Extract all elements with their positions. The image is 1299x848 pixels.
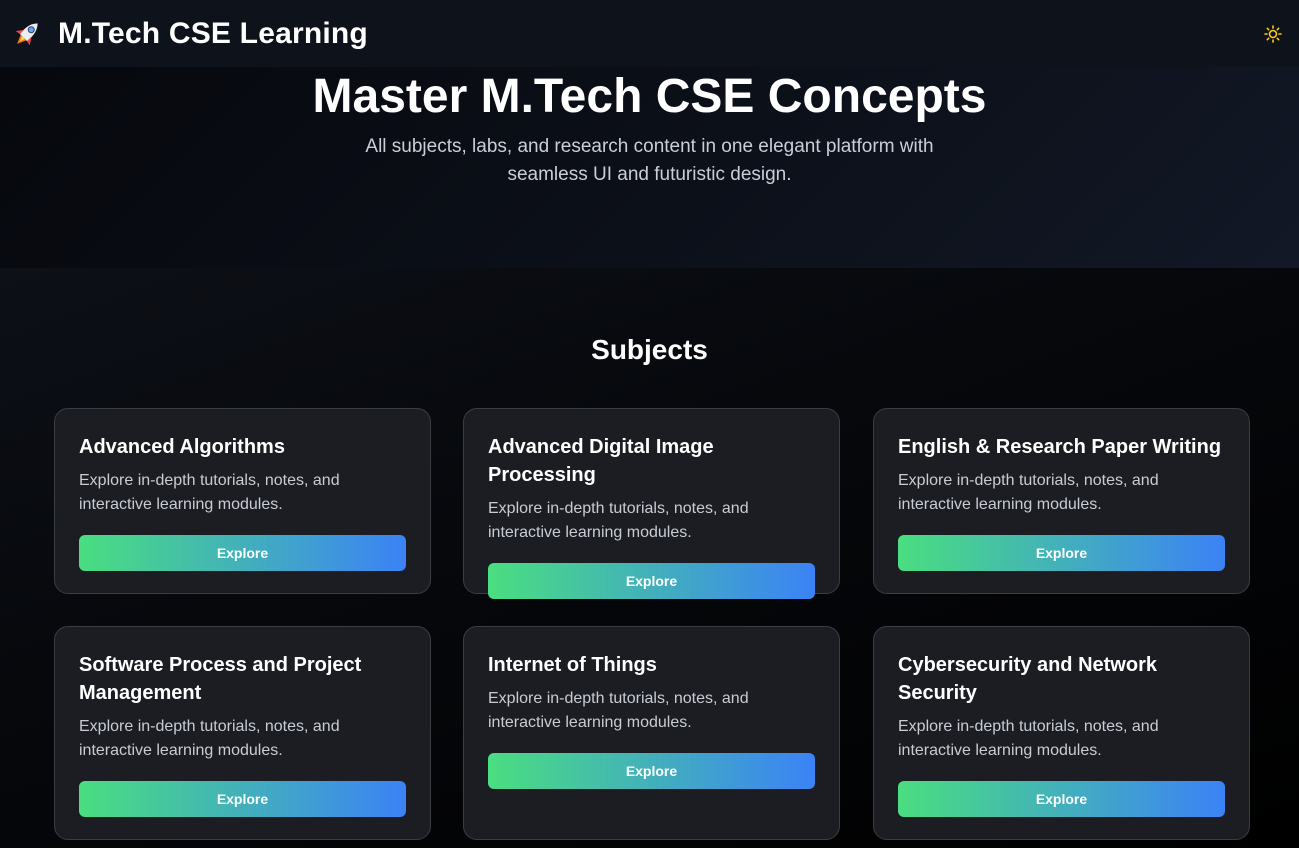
explore-button[interactable]: Explore [79,781,406,817]
hero-section: Master M.Tech CSE Concepts All subjects,… [0,67,1299,268]
card-description: Explore in-depth tutorials, notes, and i… [488,500,749,541]
top-navbar: M.Tech CSE Learning [0,0,1299,67]
app-title: M.Tech CSE Learning [58,16,368,50]
hero-subtitle: All subjects, labs, and research content… [365,136,934,185]
card-title: Advanced Digital Image Processing [488,436,714,486]
theme-toggle-button[interactable] [1261,22,1285,46]
card-title: English & Research Paper Writing [898,436,1222,458]
card-description: Explore in-depth tutorials, notes, and i… [79,718,340,759]
explore-button[interactable]: Explore [488,563,815,599]
explore-button[interactable]: Explore [898,535,1225,571]
card-title: Internet of Things [488,654,657,676]
explore-button[interactable]: Explore [488,753,815,789]
subjects-heading: Subjects [591,334,708,365]
subject-card: Cybersecurity and Network Security Explo… [873,626,1250,840]
explore-button[interactable]: Explore [79,535,406,571]
card-description: Explore in-depth tutorials, notes, and i… [488,690,749,731]
card-description: Explore in-depth tutorials, notes, and i… [898,718,1159,759]
hero-title: Master M.Tech CSE Concepts [312,70,987,123]
card-title: Software Process and Project Management [79,654,362,704]
subject-card: English & Research Paper Writing Explore… [873,408,1250,594]
subject-card: Internet of Things Explore in-depth tuto… [463,626,840,840]
subject-card: Software Process and Project Management … [54,626,431,840]
card-description: Explore in-depth tutorials, notes, and i… [79,472,340,513]
rocket-icon [15,22,38,45]
subjects-section: Subjects Advanced Algorithms Explore in-… [0,268,1299,848]
card-title: Cybersecurity and Network Security [898,654,1157,704]
subject-card: Advanced Digital Image Processing Explor… [463,408,840,599]
subject-card: Advanced Algorithms Explore in-depth tut… [54,408,431,594]
card-description: Explore in-depth tutorials, notes, and i… [898,472,1159,513]
card-title: Advanced Algorithms [79,436,285,458]
brand[interactable]: M.Tech CSE Learning [10,17,368,51]
explore-button[interactable]: Explore [898,781,1225,817]
sun-icon [1264,24,1282,43]
